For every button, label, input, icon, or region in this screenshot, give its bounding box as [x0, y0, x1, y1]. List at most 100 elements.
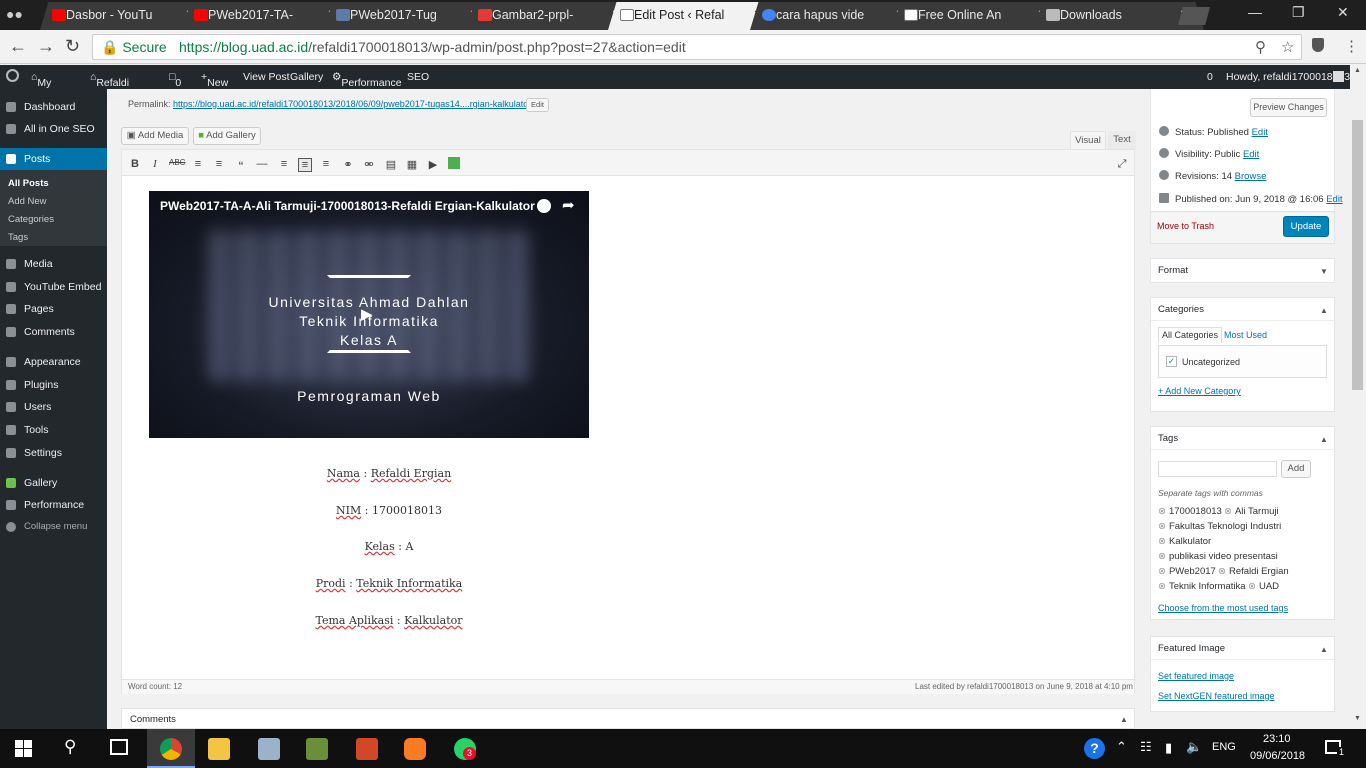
blockquote-icon[interactable]: “ — [234, 158, 248, 174]
menu-comments[interactable]: Comments — [0, 321, 107, 343]
remove-link-icon[interactable]: ⚮ — [362, 158, 376, 172]
menu-appearance[interactable]: Appearance — [0, 351, 107, 373]
choose-tags-link[interactable]: Choose from the most used tags — [1158, 603, 1288, 613]
site-name-link[interactable]: ⌂ Refaldi Ergian — [90, 71, 129, 101]
task-view-icon[interactable] — [110, 739, 128, 755]
expand-arrow-icon[interactable]: ▼ — [1320, 267, 1328, 276]
permalink-edit-button[interactable]: Edit — [526, 98, 549, 112]
bulleted-list-icon[interactable]: ≡ — [191, 158, 205, 172]
align-right-icon[interactable]: ≡ — [319, 158, 333, 172]
clock-date[interactable]: 09/06/2018 — [1250, 750, 1305, 762]
uncategorized-label[interactable]: Uncategorized — [1182, 357, 1240, 367]
horizontal-line-icon[interactable]: — — [255, 158, 269, 172]
format-box-title[interactable]: Format — [1158, 265, 1188, 276]
play-icon[interactable]: ▶ — [361, 305, 373, 323]
toolbar-toggle-icon[interactable]: ▦ — [405, 158, 419, 172]
kelas-line[interactable]: Kelas : A — [121, 540, 657, 553]
insert-link-icon[interactable]: ⚭ — [341, 158, 355, 172]
nextgen-gallery-icon[interactable] — [448, 157, 460, 169]
menu-pages[interactable]: Pages — [0, 298, 107, 320]
menu-tools[interactable]: Tools — [0, 419, 107, 441]
tag-item[interactable]: Fakultas Teknologi Industri — [1158, 521, 1281, 532]
howdy-link[interactable]: Howdy, refaldi1700018013 — [1226, 71, 1350, 83]
bookmark-star-icon[interactable]: ☆ — [1281, 38, 1294, 56]
scroll-down-icon[interactable]: ▼ — [1354, 715, 1361, 722]
menu-gallery[interactable]: Gallery — [0, 472, 107, 494]
windows-start-icon[interactable] — [15, 740, 32, 757]
my-sites-link[interactable]: ⌂ My Sites — [31, 71, 61, 101]
tab-all-categories[interactable]: All Categories — [1158, 327, 1223, 343]
nim-line[interactable]: NIM : 1700018013 — [121, 504, 657, 517]
collapse-arrow-icon[interactable]: ▲ — [1120, 715, 1128, 724]
tag-item[interactable]: UAD — [1248, 581, 1279, 592]
submenu-all-posts[interactable]: All Posts — [8, 178, 49, 189]
video-icon[interactable]: ▶ — [426, 158, 440, 172]
network-icon[interactable]: ☷ — [1140, 739, 1152, 755]
fullscreen-icon[interactable]: ⤢ — [1115, 158, 1129, 172]
tema-line[interactable]: Tema Aplikasi : Kalkulator — [121, 614, 657, 627]
tag-item[interactable]: PWeb2017 — [1158, 566, 1216, 577]
scroll-up-icon[interactable]: ▲ — [1354, 67, 1361, 74]
reload-icon[interactable]: ↻ — [65, 36, 80, 57]
menu-collapse[interactable]: Collapse menu — [0, 516, 107, 538]
add-tag-button[interactable]: Add — [1281, 460, 1311, 478]
menu-youtube-embed[interactable]: YouTube Embed — [0, 276, 107, 298]
search-icon[interactable]: ⚲ — [64, 737, 76, 757]
align-left-icon[interactable]: ≡ — [277, 158, 291, 172]
extension-shield-icon[interactable] — [1312, 38, 1324, 52]
read-more-icon[interactable]: ▤ — [384, 158, 398, 172]
help-icon[interactable]: ? — [1084, 738, 1105, 759]
battery-icon[interactable]: ▮ — [1165, 740, 1172, 756]
collapse-arrow-icon[interactable]: ▲ — [1320, 435, 1328, 444]
tray-chevron-icon[interactable]: ⌃ — [1116, 739, 1127, 755]
status-edit-link[interactable]: Edit — [1252, 127, 1268, 138]
collapse-arrow-icon[interactable]: ▲ — [1320, 645, 1328, 654]
tag-item[interactable]: Teknik Informatika — [1158, 581, 1246, 592]
watch-later-icon[interactable] — [537, 199, 551, 213]
date-edit-link[interactable]: Edit — [1326, 194, 1342, 205]
add-media-button[interactable]: ▣ Add Media — [121, 127, 189, 145]
tab-text[interactable]: Text — [1108, 131, 1136, 149]
tag-item[interactable]: 1700018013 — [1158, 506, 1222, 517]
forward-icon[interactable]: → — [37, 36, 55, 57]
clock-time[interactable]: 23:10 — [1263, 733, 1291, 745]
video-title[interactable]: PWeb2017-TA-A-Ali Tarmuji-1700018013-Ref… — [160, 199, 535, 213]
collapse-arrow-icon[interactable]: ▲ — [1320, 306, 1328, 315]
italic-icon[interactable]: I — [148, 158, 162, 172]
move-to-trash-link[interactable]: Move to Trash — [1157, 221, 1214, 231]
prodi-line[interactable]: Prodi : Teknik Informatika — [121, 577, 657, 590]
submenu-categories[interactable]: Categories — [8, 214, 54, 225]
share-icon[interactable]: ➦ — [562, 196, 575, 214]
avatar[interactable] — [1333, 71, 1344, 82]
menu-users[interactable]: Users — [0, 396, 107, 418]
menu-plugins[interactable]: Plugins — [0, 374, 107, 396]
revisions-browse-link[interactable]: Browse — [1235, 171, 1267, 182]
window-close-icon[interactable]: ✕ — [1337, 4, 1349, 21]
menu-dashboard[interactable]: Dashboard — [0, 96, 107, 118]
numbered-list-icon[interactable]: ≡ — [212, 158, 226, 172]
menu-posts[interactable]: Posts — [0, 148, 107, 170]
seo-link[interactable]: SEO — [407, 71, 429, 83]
image-viewer-icon[interactable] — [258, 738, 280, 760]
tab-8[interactable]: Downloads✕ — [1034, 2, 1204, 30]
gallery-link[interactable]: Gallery — [290, 71, 323, 83]
add-new-category-link[interactable]: + Add New Category — [1158, 386, 1241, 396]
tag-item[interactable]: Ali Tarmuji — [1224, 506, 1279, 517]
performance-link[interactable]: ⚙ Performance — [332, 71, 402, 89]
submenu-add-new[interactable]: Add New — [8, 196, 47, 207]
submenu-tags[interactable]: Tags — [8, 232, 28, 243]
menu-settings[interactable]: Settings — [0, 442, 107, 464]
address-bar[interactable]: 🔒 Secure https://blog.uad.ac.id/refaldi1… — [92, 34, 1302, 60]
nama-line[interactable]: Nama : Refaldi Ergian — [121, 467, 657, 480]
tag-item[interactable]: publikasi video presentasi — [1158, 551, 1278, 562]
chrome-menu-icon[interactable]: ⋮ — [1344, 37, 1359, 55]
back-icon[interactable]: ← — [9, 36, 27, 57]
uncategorized-checkbox[interactable]: ✓ — [1166, 356, 1177, 367]
updates-badge[interactable]: 0 — [1207, 71, 1213, 83]
update-button[interactable]: Update — [1283, 216, 1329, 237]
powerpoint-icon[interactable] — [356, 738, 378, 760]
xampp-icon[interactable] — [404, 738, 426, 760]
bold-icon[interactable]: B — [128, 158, 142, 172]
spreadsheet-app-icon[interactable] — [306, 738, 328, 760]
strikethrough-icon[interactable]: ABC — [169, 158, 185, 172]
